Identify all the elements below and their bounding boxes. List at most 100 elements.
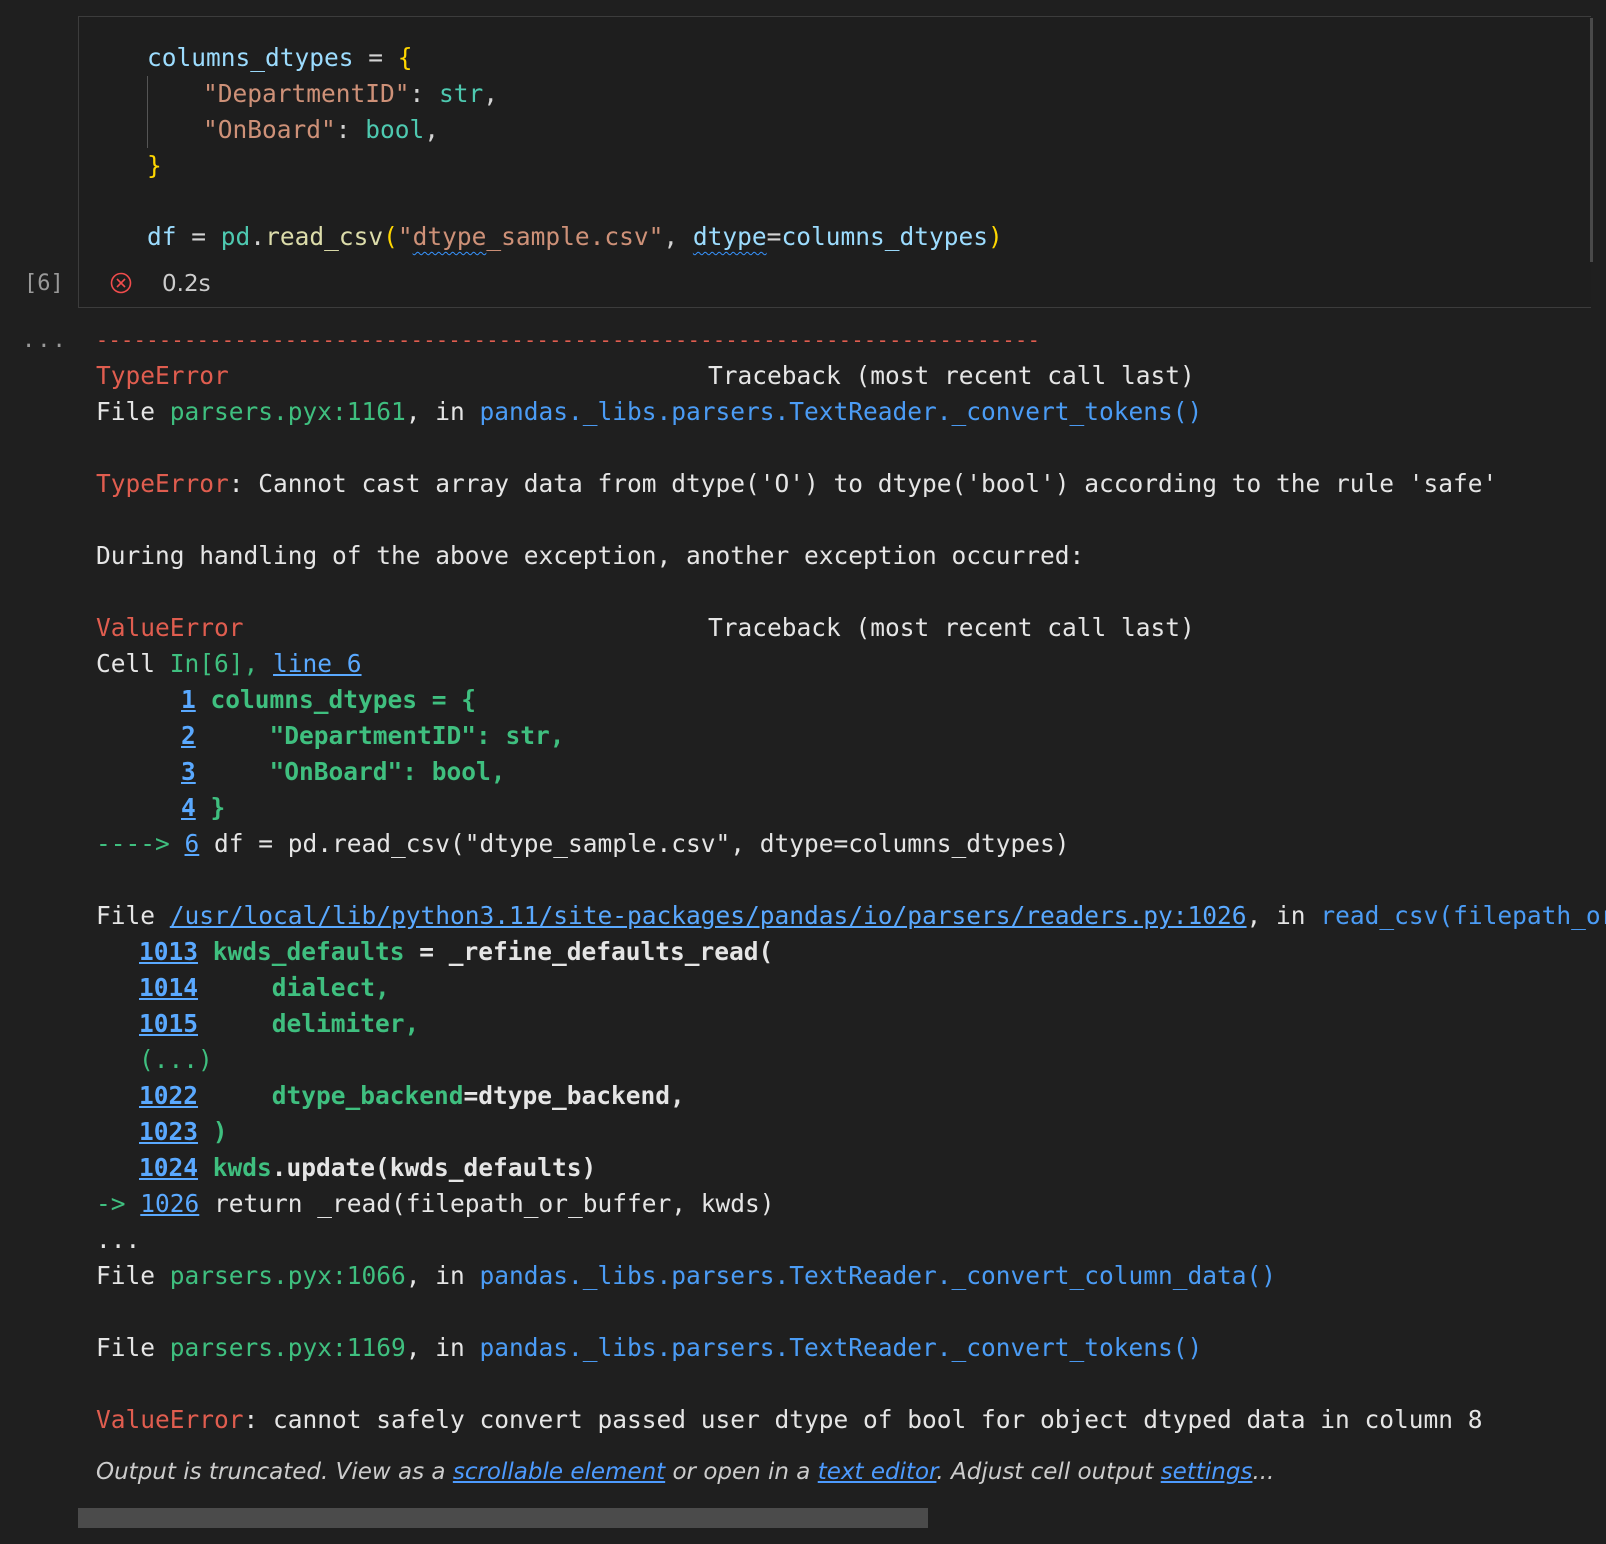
traceback-header-typeerror: TypeError Traceback (most recent call las…	[96, 358, 1196, 394]
source-code: .update(kwds_defaults)	[271, 1153, 597, 1182]
code-token: columns_dtypes	[147, 43, 354, 72]
traceback-frame: File parsers.pyx:1169, in pandas._libs.p…	[96, 1330, 1202, 1366]
source-code: dtype_backend	[198, 1081, 464, 1110]
code-token: .	[250, 222, 266, 251]
line-number-link[interactable]: 1022	[139, 1081, 198, 1110]
execution-count: [6]	[24, 271, 64, 296]
source-code: df = pd.read_csv("dtype_sample.csv", dty…	[199, 829, 1070, 858]
source-code: "OnBoard": bool,	[195, 757, 506, 786]
frame-prefix: File	[96, 1261, 170, 1290]
frame-prefix: File	[96, 1333, 170, 1362]
code-token: :	[335, 115, 366, 144]
code-token: dtype	[692, 222, 767, 251]
traceback-frame: File parsers.pyx:1161, in pandas._libs.p…	[96, 394, 1202, 430]
code-token: df	[147, 222, 177, 251]
code-token: pd	[220, 222, 251, 251]
frames-omitted: ...	[96, 1225, 141, 1254]
line-number-link[interactable]: 1014	[139, 973, 198, 1002]
frame-function: pandas._libs.parsers.TextReader._convert…	[479, 397, 1203, 426]
exception-name: ValueError	[96, 613, 244, 642]
code-line-1[interactable]: columns_dtypes = {	[147, 40, 413, 76]
code-token: ,	[663, 222, 693, 251]
frame-file: parsers.pyx:1161	[169, 397, 406, 426]
exception-text: : Cannot cast array data from dtype('O')…	[228, 469, 1498, 498]
code-token: )	[987, 222, 1003, 251]
output-truncated-notice: Output is truncated. View as a scrollabl…	[96, 1454, 1274, 1490]
during-handling-text: During handling of the above exception, …	[96, 541, 1085, 570]
code-token: ,	[483, 79, 499, 108]
source-code: kwds	[198, 1153, 272, 1182]
cell-ref: In[6],	[169, 649, 274, 678]
code-token: =	[353, 43, 398, 72]
source-line: 1022 dtype_backend=dtype_backend,	[139, 1078, 685, 1114]
source-line: 1023 )	[139, 1114, 228, 1150]
source-line: 1015 delimiter,	[139, 1006, 419, 1042]
code-token: "OnBoard"	[203, 115, 336, 144]
notice-text: or open in a	[665, 1459, 818, 1485]
frame-function: read_csv(filepath_or_buffer, sep, delimi…	[1320, 901, 1606, 930]
current-line-arrow: ---->	[96, 829, 185, 858]
source-line: 1013 kwds_defaults = _refine_defaults_re…	[139, 934, 773, 970]
source-code: }	[195, 793, 226, 822]
output-actions-ellipsis[interactable]: ...	[22, 326, 68, 356]
source-code: =dtype_backend,	[463, 1081, 685, 1110]
exception-message: TypeError: Cannot cast array data from d…	[96, 466, 1497, 502]
settings-link[interactable]: settings	[1161, 1459, 1253, 1485]
code-token: _sample.csv"	[486, 222, 664, 251]
code-line-4[interactable]: }	[147, 148, 162, 184]
traceback-separator: ----------------------------------------…	[96, 328, 1041, 352]
source-code: delimiter,	[198, 1009, 420, 1038]
line-number-link[interactable]: 1015	[139, 1009, 198, 1038]
line-number-link[interactable]: 4	[181, 793, 196, 822]
line-number-link[interactable]: 1013	[139, 937, 198, 966]
execution-time: 0.2s	[162, 271, 211, 297]
code-token: str	[439, 79, 484, 108]
notice-text: Output is truncated. View as a	[96, 1459, 453, 1485]
source-line: 1024 kwds.update(kwds_defaults)	[139, 1150, 596, 1186]
exception-name: TypeError	[96, 469, 229, 498]
code-token: :	[409, 79, 440, 108]
frame-file: parsers.pyx:1169	[169, 1333, 406, 1362]
readers-py-link[interactable]: /usr/local/lib/python3.11/site-packages/…	[170, 901, 1247, 930]
code-token: "DepartmentID"	[203, 79, 410, 108]
source-line: 2 "DepartmentID": str,	[181, 718, 565, 754]
code-token: (	[383, 222, 398, 251]
frame-function: pandas._libs.parsers.TextReader._convert…	[479, 1261, 1277, 1290]
line-number-link[interactable]: 1026	[140, 1189, 199, 1218]
frame-prefix: File	[96, 397, 170, 426]
code-token: ,	[424, 115, 440, 144]
source-code: )	[198, 1117, 228, 1146]
notice-text: . Adjust cell output	[936, 1459, 1161, 1485]
line-number-link[interactable]: 1023	[139, 1117, 198, 1146]
editor-scrollbar[interactable]	[1590, 18, 1593, 262]
traceback-cell-ref: Cell In[6], line 6	[96, 646, 362, 682]
code-line-6[interactable]: df = pd.read_csv("dtype_sample.csv", dty…	[147, 219, 1003, 255]
final-exception-message: ValueError: cannot safely convert passed…	[96, 1402, 1483, 1438]
frame-function: pandas._libs.parsers.TextReader._convert…	[479, 1333, 1203, 1362]
line-number-link[interactable]: 1024	[139, 1153, 198, 1182]
line-number-link[interactable]: 6	[185, 829, 200, 858]
line-number-link[interactable]: 1	[181, 685, 196, 714]
frame-in: , in	[405, 1333, 480, 1362]
error-circle-icon	[110, 272, 132, 294]
traceback-header-valueerror: ValueError Traceback (most recent call la…	[96, 610, 1196, 646]
text-editor-link[interactable]: text editor	[818, 1459, 937, 1485]
source-code: kwds_defaults	[198, 937, 405, 966]
source-line: 4 }	[181, 790, 225, 826]
code-token: "	[397, 222, 413, 251]
code-token: bool	[365, 115, 425, 144]
code-token: dtype	[412, 222, 487, 251]
traceback-title: Traceback (most recent call last)	[708, 613, 1195, 642]
output-horizontal-scrollbar[interactable]	[78, 1508, 928, 1528]
code-line-2[interactable]: "DepartmentID": str,	[203, 76, 498, 112]
code-line-3[interactable]: "OnBoard": bool,	[203, 112, 439, 148]
line-number-link[interactable]: 2	[181, 721, 196, 750]
frame-in: , in	[405, 1261, 480, 1290]
code-token: {	[397, 43, 413, 72]
line-number-link[interactable]: 3	[181, 757, 196, 786]
line-6-link[interactable]: line 6	[273, 649, 362, 678]
scrollable-element-link[interactable]: scrollable element	[453, 1459, 665, 1485]
source-skip: (...)	[139, 1045, 213, 1074]
source-line: 3 "OnBoard": bool,	[181, 754, 506, 790]
frame-in: , in	[1246, 901, 1321, 930]
